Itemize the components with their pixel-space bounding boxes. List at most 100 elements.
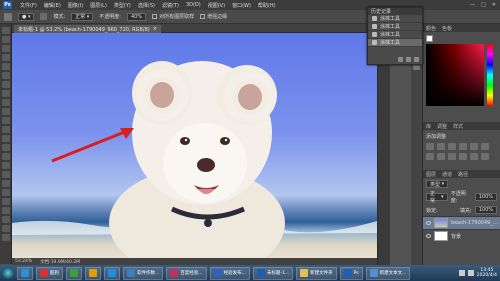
eraser-tool-icon[interactable] — [1, 117, 10, 124]
fill-input[interactable]: 100% — [474, 206, 497, 214]
gradient-tool-icon[interactable] — [1, 126, 10, 133]
taskbar-item[interactable]: 百度经验... — [166, 266, 207, 280]
adjustment-icon[interactable] — [426, 143, 434, 150]
adjustment-icon[interactable] — [437, 153, 445, 160]
screen-mode-tool-icon[interactable] — [1, 234, 10, 241]
menu-item[interactable]: 滤镜(T) — [162, 2, 179, 9]
document-canvas[interactable] — [12, 33, 377, 258]
lasso-tool-icon[interactable] — [1, 45, 10, 52]
healing-tool-icon[interactable] — [1, 81, 10, 88]
move-tool-icon[interactable] — [1, 27, 10, 34]
taskbar-item[interactable]: 新建文本文... — [365, 266, 411, 280]
layer-row[interactable]: 背景 — [423, 229, 500, 242]
more-tools-tool-icon[interactable] — [1, 207, 10, 214]
network-icon[interactable] — [458, 270, 465, 276]
clock[interactable]: 13:45 2020/4/4 — [477, 268, 497, 278]
taskbar-item[interactable] — [85, 266, 101, 280]
taskbar-item[interactable]: 经验发布... — [209, 266, 250, 280]
camera-icon[interactable] — [406, 57, 411, 62]
menu-item[interactable]: 图像(I) — [68, 2, 83, 9]
quick-select-tool-icon[interactable] — [1, 54, 10, 61]
brush-tool-icon[interactable] — [1, 90, 10, 97]
taskbar-item[interactable] — [66, 266, 82, 280]
brush-preset-picker[interactable]: ● ▾ — [18, 12, 35, 21]
enhance-edges-checkbox[interactable]: 增强边缘 — [200, 13, 227, 20]
adjustment-icon[interactable] — [459, 143, 467, 150]
rectangle-tool-icon[interactable] — [1, 180, 10, 187]
opacity-input[interactable]: 40% — [126, 12, 147, 21]
menu-item[interactable]: 类型(Y) — [114, 2, 131, 9]
eye-icon[interactable] — [426, 234, 431, 238]
eye-icon[interactable] — [426, 221, 431, 225]
menu-item[interactable]: 帮助(H) — [258, 2, 276, 9]
maximize-button[interactable]: □ — [481, 2, 486, 8]
adjustment-icon[interactable] — [448, 153, 456, 160]
mode-select[interactable]: 正常 ▾ — [71, 12, 94, 21]
adjustment-icon[interactable] — [481, 143, 489, 150]
tab-paths[interactable]: 路径 — [458, 171, 468, 178]
menu-item[interactable]: 视图(V) — [208, 2, 225, 9]
adjustment-icon[interactable] — [426, 153, 434, 160]
taskbar-item[interactable] — [17, 266, 33, 280]
close-button[interactable]: ✕ — [492, 2, 496, 8]
menu-item[interactable]: 3D(D) — [186, 2, 201, 9]
foreground-color-swatch[interactable] — [426, 35, 433, 42]
zoom-tool-icon[interactable] — [1, 198, 10, 205]
color-picker-field[interactable] — [426, 44, 484, 106]
clone-stamp-tool-icon[interactable] — [1, 99, 10, 106]
smudge-tool-icon[interactable] — [4, 12, 12, 21]
hand-tool-icon[interactable] — [1, 189, 10, 196]
history-item[interactable]: 涂抹工具 — [368, 31, 422, 39]
marquee-tool-icon[interactable] — [1, 36, 10, 43]
history-brush-tool-icon[interactable] — [1, 108, 10, 115]
dodge-tool-icon[interactable] — [1, 144, 10, 151]
taskbar-item[interactable]: 软件作数... — [123, 266, 164, 280]
menu-item[interactable]: 编辑(E) — [44, 2, 61, 9]
tab-libraries[interactable]: 库 — [426, 123, 431, 130]
taskbar-item[interactable]: Ps — [339, 266, 363, 280]
adjustment-icon[interactable] — [470, 153, 478, 160]
tab-swatches[interactable]: 色板 — [442, 25, 452, 32]
layer-row[interactable]: beach-1790049_960_720 — [423, 216, 500, 229]
taskbar-item[interactable]: 酷狗 — [36, 266, 63, 280]
new-snapshot-icon[interactable] — [398, 57, 403, 62]
menu-item[interactable]: 图层(L) — [90, 2, 107, 9]
tab-adjustments[interactable]: 调整 — [437, 123, 447, 130]
close-document-icon[interactable]: × — [153, 26, 157, 32]
taskbar-item[interactable]: 新建文件夹 — [296, 266, 337, 280]
path-select-tool-icon[interactable] — [1, 171, 10, 178]
history-item[interactable]: 涂抹工具 — [368, 23, 422, 31]
foreground-background-tool-icon[interactable] — [1, 216, 10, 223]
smudge-tool-icon[interactable] — [1, 135, 10, 142]
start-button[interactable] — [2, 267, 14, 279]
type-tool-icon[interactable] — [1, 162, 10, 169]
menu-item[interactable]: 文件(F) — [20, 2, 37, 9]
menu-item[interactable]: 选择(S) — [138, 2, 155, 9]
adjustment-icon[interactable] — [437, 143, 445, 150]
taskbar-item[interactable] — [104, 266, 120, 280]
quick-mask-tool-icon[interactable] — [1, 225, 10, 232]
tab-color[interactable]: 颜色 — [426, 25, 436, 32]
adjustment-icon[interactable] — [459, 153, 467, 160]
tab-layers[interactable]: 图层 — [426, 171, 436, 178]
blend-mode-select[interactable]: 正常 ▾ — [426, 191, 448, 204]
tab-channels[interactable]: 通道 — [442, 171, 452, 178]
taskbar-item[interactable]: 未标题-1... — [252, 266, 294, 280]
adjustment-icon[interactable] — [448, 143, 456, 150]
layer-filter-select[interactable]: 类型 ▾ — [426, 180, 449, 188]
volume-icon[interactable] — [467, 270, 474, 276]
zoom-level[interactable]: 53.24% — [15, 259, 32, 264]
layer-opacity-input[interactable]: 100% — [474, 193, 497, 201]
eyedropper-tool-icon[interactable] — [1, 72, 10, 79]
history-item[interactable]: 涂抹工具 — [368, 39, 422, 47]
history-item[interactable]: 涂抹工具 — [368, 15, 422, 23]
document-tab[interactable]: 未标题-1 @ 53.2% (beach-1790049_960_720, RG… — [14, 25, 161, 33]
pen-tool-icon[interactable] — [1, 153, 10, 160]
menu-item[interactable]: 窗口(W) — [232, 2, 251, 9]
minimize-button[interactable]: — — [470, 2, 475, 8]
tab-styles[interactable]: 样式 — [453, 123, 463, 130]
adjustment-icon[interactable] — [481, 153, 489, 160]
sample-all-layers-checkbox[interactable]: 对所有图层取样 — [152, 13, 194, 20]
crop-tool-icon[interactable] — [1, 63, 10, 70]
hue-slider[interactable] — [487, 44, 493, 106]
